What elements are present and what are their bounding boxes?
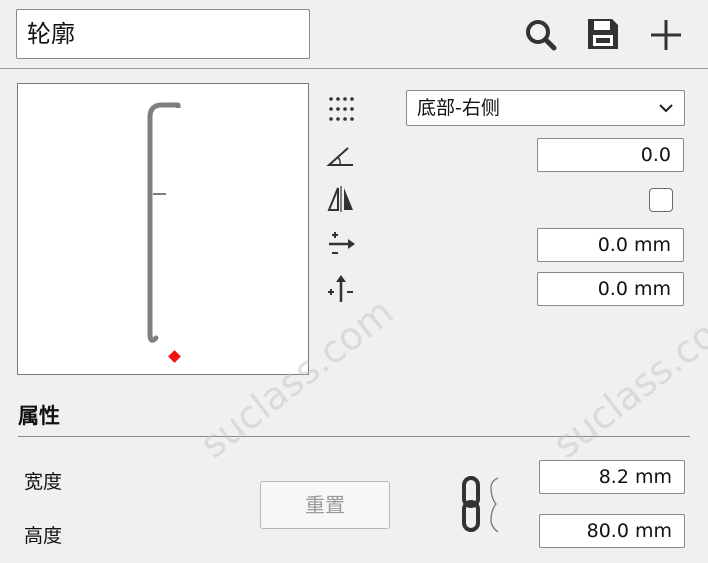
offset-x-field[interactable]: 0.0 mm [537, 228, 684, 262]
anchor-grid-icon [326, 94, 356, 124]
anchor-dropdown[interactable]: 底部-右侧 [406, 90, 685, 126]
height-label: 高度 [24, 525, 63, 547]
mirror-checkbox[interactable] [649, 188, 673, 212]
angle-icon [326, 140, 356, 170]
add-button[interactable] [644, 13, 688, 57]
properties-title: 属性 [18, 404, 60, 428]
chevron-down-icon [659, 104, 673, 113]
chain-link-icon [462, 476, 499, 533]
anchor-dropdown-value: 底部-右侧 [417, 97, 500, 119]
offset-horizontal-icon [326, 229, 356, 259]
offset-y-field[interactable]: 0.0 mm [537, 272, 684, 306]
height-field[interactable]: 80.0 mm [539, 514, 685, 548]
watermark-text: suclass.com [545, 289, 708, 467]
plus-icon [651, 20, 681, 50]
profile-name-input[interactable]: 轮廓 [16, 9, 310, 59]
angle-field[interactable]: 0.0 [537, 138, 684, 172]
anchor-point-marker [168, 350, 181, 363]
header-divider [0, 68, 708, 69]
profile-shape [147, 102, 181, 363]
width-label: 宽度 [24, 471, 63, 493]
link-proportions-button[interactable] [458, 472, 508, 538]
profile-preview [17, 83, 309, 375]
search-icon [526, 20, 557, 51]
save-button[interactable] [581, 12, 625, 56]
reset-button[interactable]: 重置 [260, 481, 390, 529]
mirror-icon [326, 184, 356, 214]
search-button[interactable] [519, 13, 563, 57]
offset-vertical-icon [326, 274, 356, 304]
save-icon [588, 19, 618, 49]
width-field[interactable]: 8.2 mm [539, 460, 685, 494]
